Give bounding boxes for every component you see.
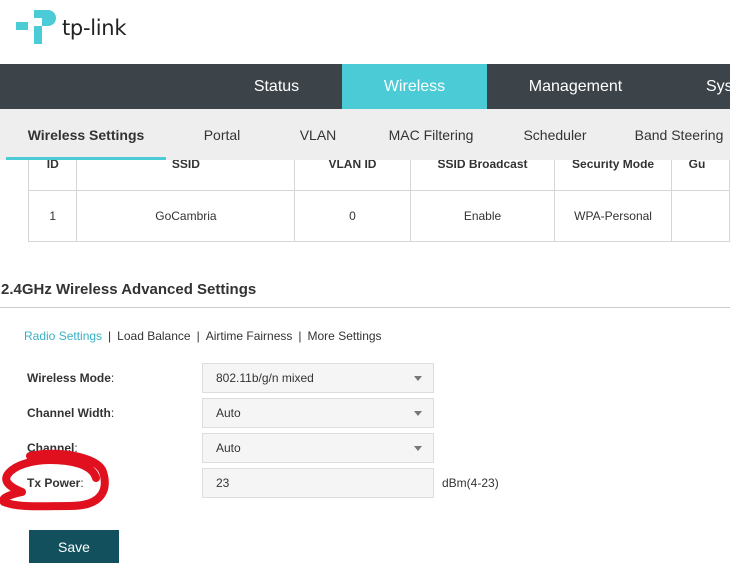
wireless-mode-label: Wireless Mode:: [27, 371, 114, 385]
tp-link-logo[interactable]: tp-link: [14, 6, 126, 50]
subtab-separator: |: [108, 329, 112, 343]
tp-link-logo-icon: [16, 10, 56, 44]
sub-tab-mac-filtering[interactable]: MAC Filtering: [376, 109, 486, 160]
channel-width-value: Auto: [216, 406, 241, 420]
label-colon: :: [80, 476, 84, 490]
cell-ssid-broadcast: Enable: [409, 190, 556, 242]
tx-power-label: Tx Power:: [27, 476, 84, 490]
sub-tab-scheduler[interactable]: Scheduler: [508, 109, 602, 160]
logo-text: tp-link: [62, 16, 127, 40]
tx-power-label-text: Tx Power: [27, 476, 81, 490]
tx-power-input[interactable]: [202, 468, 434, 498]
main-tab-system[interactable]: Sys: [664, 64, 730, 109]
chevron-down-icon: [414, 411, 422, 416]
main-nav: Status Wireless Management Sys: [0, 64, 730, 109]
wireless-mode-label-text: Wireless Mode: [27, 371, 111, 385]
chevron-down-icon: [414, 446, 422, 451]
table-row[interactable]: 1 GoCambria 0 Enable WPA-Personal: [27, 190, 730, 242]
channel-width-select[interactable]: Auto: [202, 398, 434, 428]
channel-label-text: Channel: [27, 441, 75, 455]
label-colon: :: [110, 406, 115, 420]
subtab-load-balance[interactable]: Load Balance: [117, 329, 190, 343]
label-colon: :: [110, 371, 115, 385]
channel-value: Auto: [216, 441, 241, 455]
chevron-down-icon: [414, 376, 422, 381]
cell-security-mode: WPA-Personal: [554, 190, 672, 242]
subtab-more-settings[interactable]: More Settings: [308, 329, 382, 343]
subtab-separator: |: [196, 329, 200, 343]
wireless-mode-select[interactable]: 802.11b/g/n mixed: [202, 363, 434, 393]
channel-label: Channel:: [27, 441, 78, 455]
wireless-mode-value: 802.11b/g/n mixed: [216, 371, 314, 385]
sub-tab-band-steering[interactable]: Band Steering: [622, 109, 730, 160]
subtab-radio-settings[interactable]: Radio Settings: [24, 329, 102, 343]
cell-ssid: GoCambria: [76, 190, 296, 242]
channel-width-label-text: Channel Width: [27, 406, 111, 420]
subtab-airtime-fairness[interactable]: Airtime Fairness: [206, 329, 293, 343]
cell-id: 1: [27, 190, 78, 242]
active-tab-indicator: [6, 157, 166, 160]
sub-tab-portal[interactable]: Portal: [182, 109, 262, 160]
sub-nav: Wireless Settings Portal VLAN MAC Filter…: [0, 109, 730, 160]
sub-tab-wireless-settings[interactable]: Wireless Settings: [6, 109, 166, 160]
cell-vlan-id: 0: [294, 190, 411, 242]
section-title: 2.4GHz Wireless Advanced Settings: [1, 281, 257, 298]
channel-select[interactable]: Auto: [202, 433, 434, 463]
subtab-separator: |: [298, 329, 302, 343]
cell-guest: [670, 190, 730, 242]
label-colon: :: [74, 441, 78, 455]
main-tab-management[interactable]: Management: [487, 64, 664, 109]
header: tp-link: [0, 0, 730, 64]
channel-width-label: Channel Width:: [27, 406, 114, 420]
advanced-subtabs: Radio Settings | Load Balance | Airtime Fair…: [24, 329, 382, 343]
main-tab-wireless[interactable]: Wireless: [342, 64, 487, 109]
section-divider: [0, 307, 730, 308]
tx-power-unit: dBm(4-23): [442, 476, 499, 490]
save-button[interactable]: Save: [29, 530, 119, 563]
sub-tab-vlan[interactable]: VLAN: [282, 109, 354, 160]
main-tab-status[interactable]: Status: [211, 64, 342, 109]
